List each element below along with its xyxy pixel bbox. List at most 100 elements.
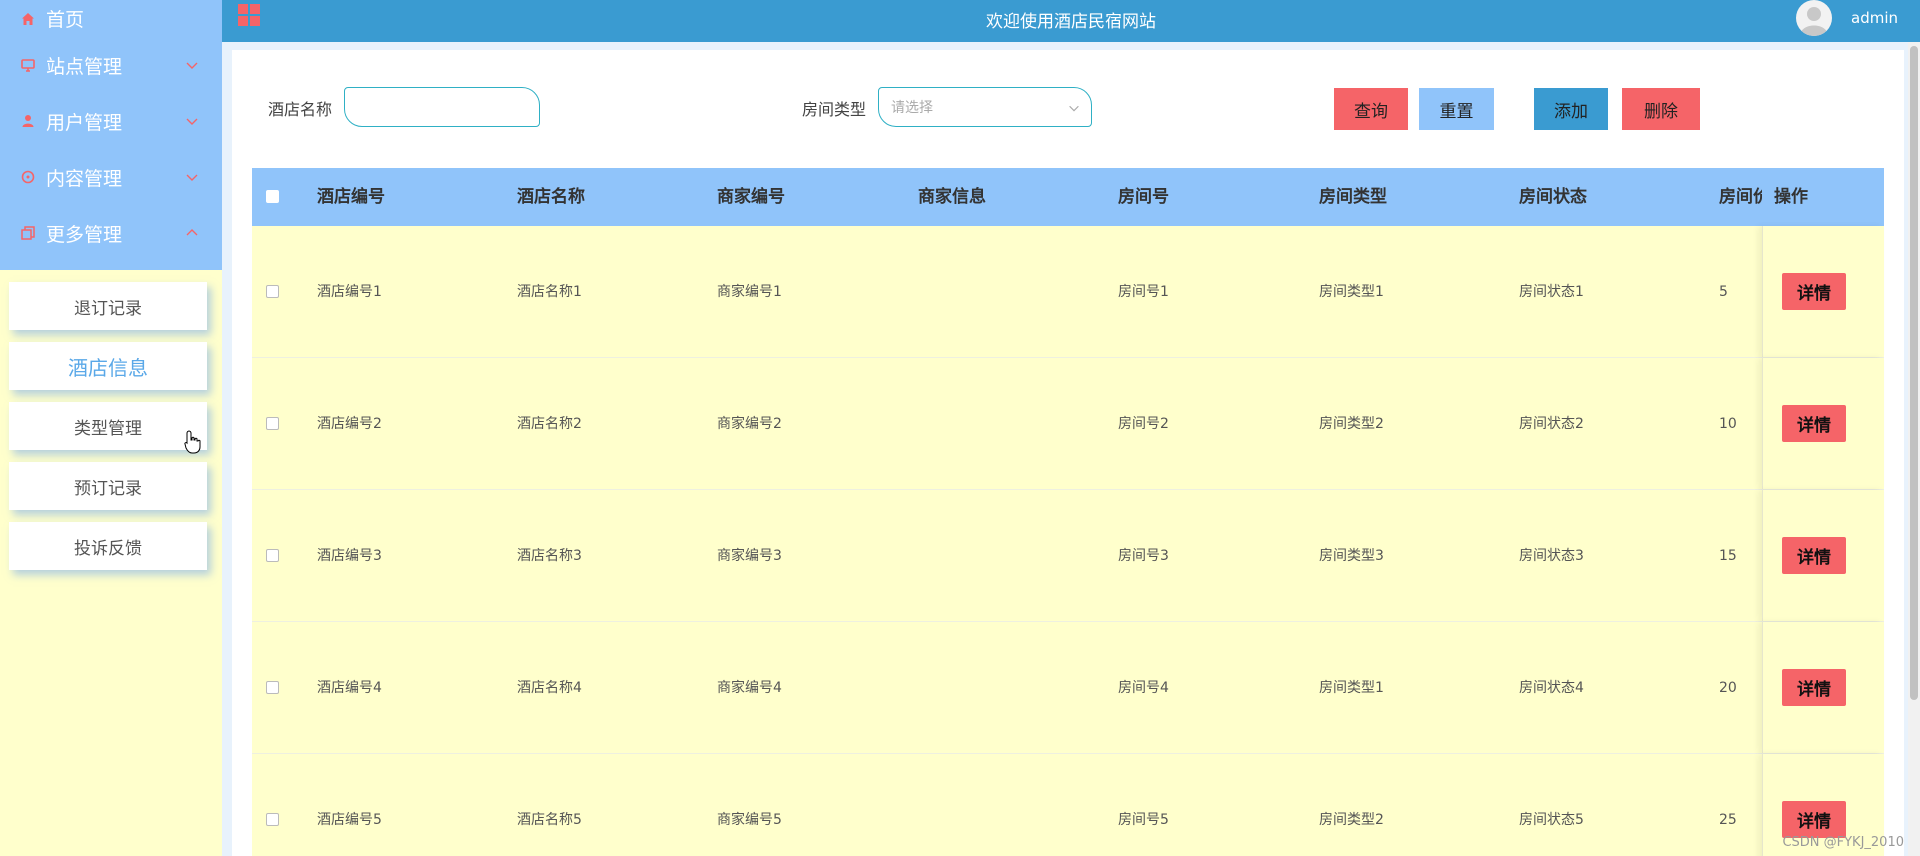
sidebar-menu: 首页 站点管理 用户管理 内容管理 更多管理 <box>0 0 222 270</box>
chevron-up-icon <box>186 229 198 236</box>
cell-room-type: 房间类型1 <box>1319 680 1384 696</box>
sidebar-item-site[interactable]: 站点管理 <box>0 37 222 93</box>
cell-room-price: 5 <box>1719 284 1728 300</box>
username[interactable]: admin <box>1851 9 1898 27</box>
cell-room-status: 房间状态2 <box>1519 416 1584 432</box>
add-button[interactable]: 添加 <box>1534 88 1608 130</box>
table-header: 酒店编号 酒店名称 商家编号 商家信息 房间号 房间类型 房间状态 房间价格 操… <box>252 168 1884 226</box>
cell-room-status: 房间状态4 <box>1519 680 1584 696</box>
cell-room-number: 房间号4 <box>1118 680 1169 696</box>
chevron-down-icon <box>186 174 198 181</box>
col-hotel-id: 酒店编号 <box>317 187 385 207</box>
select-all-checkbox[interactable] <box>266 190 279 203</box>
detail-button[interactable]: 详情 <box>1782 537 1846 574</box>
cell-room-type: 房间类型1 <box>1319 284 1384 300</box>
col-merchant-id: 商家编号 <box>717 187 785 207</box>
query-button[interactable]: 查询 <box>1334 88 1408 130</box>
hotel-name-label: 酒店名称 <box>268 100 333 119</box>
table-row: 酒店编号1 酒店名称1 商家编号1 房间号1 房间类型1 房间状态1 5 详情 <box>252 226 1884 358</box>
cell-room-type: 房间类型2 <box>1319 812 1384 828</box>
detail-button[interactable]: 详情 <box>1782 273 1846 310</box>
reset-button[interactable]: 重置 <box>1419 88 1494 130</box>
sidebar-item-content[interactable]: 内容管理 <box>0 149 222 205</box>
cell-room-price: 25 <box>1719 812 1737 828</box>
cell-hotel-id: 酒店编号2 <box>317 416 382 432</box>
col-room-type: 房间类型 <box>1319 187 1387 207</box>
submenu-more: 退订记录 酒店信息 类型管理 预订记录 投诉反馈 <box>0 270 222 570</box>
chevron-down-icon <box>186 118 198 125</box>
hotel-table: 酒店编号 酒店名称 商家编号 商家信息 房间号 房间类型 房间状态 房间价格 操… <box>252 168 1884 856</box>
copy-icon <box>20 225 36 241</box>
cell-hotel-id: 酒店编号4 <box>317 680 382 696</box>
cell-hotel-id: 酒店编号3 <box>317 548 382 564</box>
row-checkbox[interactable] <box>266 549 279 562</box>
room-type-placeholder: 请选择 <box>891 100 933 116</box>
cell-hotel-id: 酒店编号1 <box>317 284 382 300</box>
sidebar-item-label: 站点管理 <box>46 55 123 78</box>
submenu-item-refund-records[interactable]: 退订记录 <box>9 282 207 330</box>
row-checkbox[interactable] <box>266 681 279 694</box>
row-checkbox[interactable] <box>266 813 279 826</box>
cell-room-status: 房间状态3 <box>1519 548 1584 564</box>
detail-button[interactable]: 详情 <box>1782 405 1846 442</box>
sidebar-item-label: 首页 <box>46 9 85 31</box>
submenu-item-complaint-feedback[interactable]: 投诉反馈 <box>9 522 207 570</box>
col-merchant-info: 商家信息 <box>918 187 986 207</box>
sidebar-item-label: 内容管理 <box>46 167 123 190</box>
table-body: 酒店编号1 酒店名称1 商家编号1 房间号1 房间类型1 房间状态1 5 详情 酒店编号2 酒店名… <box>252 226 1884 856</box>
watermark: CSDN @FYKJ_2010 <box>1782 835 1904 850</box>
cell-room-type: 房间类型2 <box>1319 416 1384 432</box>
cell-room-status: 房间状态5 <box>1519 812 1584 828</box>
table-row: 酒店编号2 酒店名称2 商家编号2 房间号2 房间类型2 房间状态2 10 详情 <box>252 358 1884 490</box>
sidebar-item-more[interactable]: 更多管理 <box>0 205 222 261</box>
submenu-item-booking-records[interactable]: 预订记录 <box>9 462 207 510</box>
room-type-select[interactable]: 请选择 <box>878 87 1092 127</box>
delete-button[interactable]: 删除 <box>1622 88 1700 130</box>
page-scrollbar[interactable] <box>1908 42 1920 856</box>
col-room-price: 房间价格 <box>1719 187 1762 207</box>
cell-room-price: 20 <box>1719 680 1737 696</box>
detail-button[interactable]: 详情 <box>1782 669 1846 706</box>
sidebar-item-home[interactable]: 首页 <box>0 0 222 37</box>
top-header: 欢迎使用酒店民宿网站 admin <box>222 0 1920 42</box>
user-icon <box>20 113 36 129</box>
detail-button[interactable]: 详情 <box>1782 801 1846 838</box>
table-row: 酒店编号5 酒店名称5 商家编号5 房间号5 房间类型2 房间状态5 25 详情 <box>252 754 1884 856</box>
col-actions: 操作 <box>1774 187 1808 207</box>
content-panel: 酒店名称 房间类型 请选择 查询 重置 添加 删除 酒店编号 酒店名称 商家编号… <box>232 50 1904 856</box>
home-icon <box>20 11 36 27</box>
cell-hotel-id: 酒店编号5 <box>317 812 382 828</box>
sidebar-item-users[interactable]: 用户管理 <box>0 93 222 149</box>
cell-hotel-name: 酒店名称3 <box>517 548 582 564</box>
scrollbar-thumb[interactable] <box>1910 46 1918 700</box>
cell-room-number: 房间号2 <box>1118 416 1169 432</box>
sidebar: 首页 站点管理 用户管理 内容管理 更多管理 退订记录 酒店信息 类型管理 预订… <box>0 0 222 856</box>
col-room-status: 房间状态 <box>1519 187 1587 207</box>
avatar[interactable] <box>1796 0 1832 36</box>
cell-hotel-name: 酒店名称4 <box>517 680 582 696</box>
chevron-down-icon <box>1069 105 1079 112</box>
row-checkbox[interactable] <box>266 417 279 430</box>
cell-merchant-id: 商家编号4 <box>717 680 782 696</box>
cell-hotel-name: 酒店名称2 <box>517 416 582 432</box>
col-room-number: 房间号 <box>1118 187 1169 207</box>
site-title: 欢迎使用酒店民宿网站 <box>986 12 1156 32</box>
cell-room-number: 房间号5 <box>1118 812 1169 828</box>
mouse-cursor-icon <box>184 430 201 454</box>
cell-merchant-id: 商家编号1 <box>717 284 782 300</box>
cell-hotel-name: 酒店名称5 <box>517 812 582 828</box>
submenu-item-type-management[interactable]: 类型管理 <box>9 402 207 450</box>
submenu-item-hotel-info[interactable]: 酒店信息 <box>9 342 207 390</box>
cell-merchant-id: 商家编号3 <box>717 548 782 564</box>
room-type-label: 房间类型 <box>802 100 867 119</box>
row-checkbox[interactable] <box>266 285 279 298</box>
cell-room-price: 15 <box>1719 548 1737 564</box>
main-content: 酒店名称 房间类型 请选择 查询 重置 添加 删除 酒店编号 酒店名称 商家编号… <box>222 42 1920 856</box>
sidebar-item-label: 用户管理 <box>46 111 123 134</box>
cell-merchant-id: 商家编号5 <box>717 812 782 828</box>
chat-icon <box>20 169 36 185</box>
cell-merchant-id: 商家编号2 <box>717 416 782 432</box>
cell-room-number: 房间号1 <box>1118 284 1169 300</box>
table-row: 酒店编号3 酒店名称3 商家编号3 房间号3 房间类型3 房间状态3 15 详情 <box>252 490 1884 622</box>
hotel-name-input[interactable] <box>344 87 540 127</box>
